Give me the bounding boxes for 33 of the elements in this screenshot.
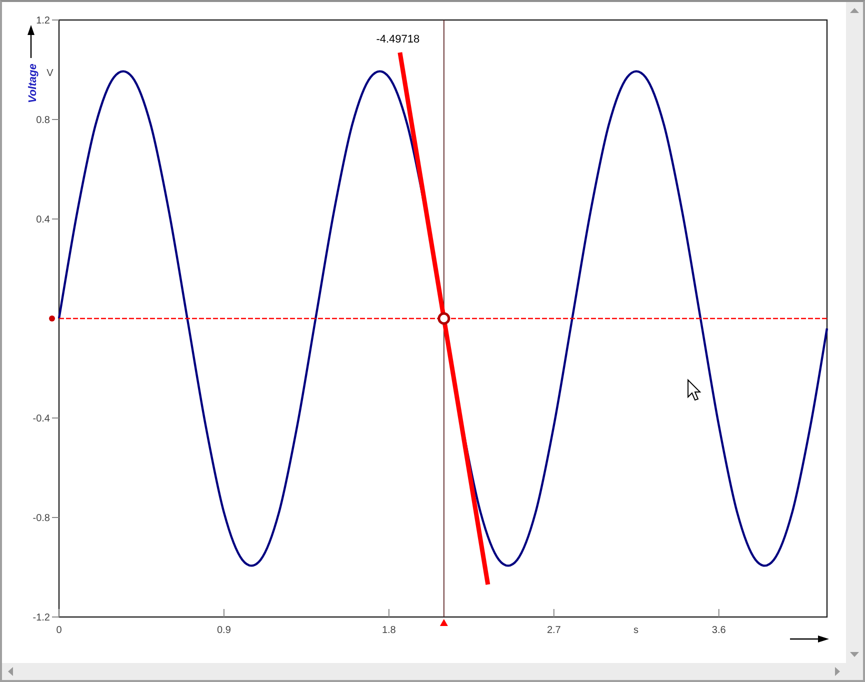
scroll-down-icon[interactable]	[850, 652, 859, 657]
tick-label: 3.6	[712, 625, 726, 636]
tick-label: 0.8	[36, 115, 50, 126]
tick-label: -0.4	[32, 414, 50, 424]
tick-label: 0.9	[217, 625, 231, 636]
unit-label: s	[634, 625, 638, 636]
unit-label: V	[46, 68, 54, 79]
x-axis-arrow	[790, 636, 829, 642]
tick-label: 1.8	[382, 625, 396, 636]
slope-label: -4.49718	[376, 34, 420, 46]
tick-label: 2.7	[546, 625, 561, 636]
tick-mark	[52, 119, 60, 120]
vertical-scrollbar[interactable]	[846, 2, 863, 663]
tick-label: 0	[56, 625, 62, 636]
reference-marker	[49, 316, 55, 322]
pointer-icon	[688, 378, 702, 401]
tick-label: 0.4	[36, 214, 50, 226]
tick-label: 1.2	[36, 16, 50, 26]
horizontal-scrollbar[interactable]	[2, 663, 846, 680]
tick-mark	[718, 608, 720, 618]
tick-mark	[52, 517, 60, 518]
y-axis-arrow	[28, 25, 34, 58]
point-marker[interactable]	[438, 312, 450, 325]
scroll-left-icon[interactable]	[8, 667, 13, 676]
tick-mark	[223, 608, 224, 618]
scroll-up-icon[interactable]	[850, 8, 859, 13]
tick-mark	[553, 608, 554, 618]
tick-label: -0.8	[32, 513, 50, 524]
tick-mark	[52, 218, 60, 220]
scroll-right-icon[interactable]	[835, 667, 840, 676]
tick-mark	[388, 608, 390, 618]
axis-title: Voltage	[27, 64, 39, 103]
tick-label: -1.2	[32, 612, 50, 624]
